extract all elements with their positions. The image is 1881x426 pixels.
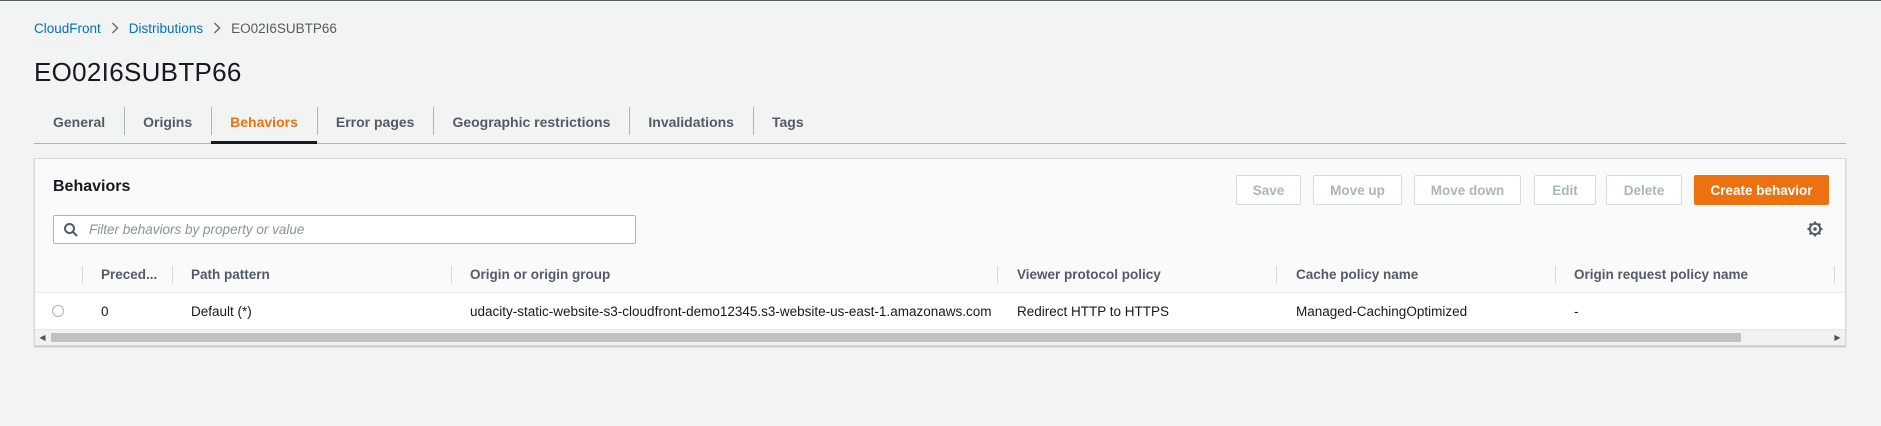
top-border bbox=[0, 0, 1881, 1]
table-header: Preced... Path pattern Origin or origin … bbox=[35, 257, 1845, 293]
column-divider bbox=[1276, 266, 1277, 283]
cell-origin-request-policy: - bbox=[1574, 304, 1579, 319]
column-header-viewer-protocol[interactable]: Viewer protocol policy bbox=[1017, 257, 1161, 292]
create-behavior-button[interactable]: Create behavior bbox=[1694, 175, 1829, 205]
cell-viewer-protocol: Redirect HTTP to HTTPS bbox=[1017, 304, 1170, 319]
chevron-right-icon bbox=[111, 22, 119, 34]
cell-path-pattern: Default (*) bbox=[191, 304, 252, 319]
move-down-button[interactable]: Move down bbox=[1414, 175, 1521, 205]
column-divider bbox=[451, 266, 452, 283]
panel-title: Behaviors bbox=[53, 178, 131, 195]
tab-error-pages[interactable]: Error pages bbox=[316, 100, 434, 143]
cell-origin: udacity-static-website-s3-cloudfront-dem… bbox=[470, 304, 992, 319]
tab-geographic-restrictions[interactable]: Geographic restrictions bbox=[433, 100, 629, 143]
filter-input[interactable] bbox=[87, 221, 635, 238]
breadcrumb: CloudFront Distributions EO02I6SUBTP66 bbox=[34, 19, 337, 37]
cell-precedence: 0 bbox=[101, 304, 109, 319]
column-header-precedence[interactable]: Preced... bbox=[101, 257, 159, 292]
filter-box bbox=[53, 215, 636, 244]
behaviors-panel: Behaviors Save Move up Move down Edit De… bbox=[34, 158, 1846, 346]
breadcrumb-current: EO02I6SUBTP66 bbox=[231, 20, 337, 36]
table-row[interactable]: 0 Default (*) udacity-static-website-s3-… bbox=[35, 293, 1845, 330]
column-divider bbox=[172, 266, 173, 283]
tab-general[interactable]: General bbox=[34, 100, 124, 143]
scroll-right-arrow-icon[interactable]: ▶ bbox=[1830, 330, 1845, 345]
move-up-button[interactable]: Move up bbox=[1313, 175, 1402, 205]
breadcrumb-distributions[interactable]: Distributions bbox=[129, 21, 203, 36]
cell-cache-policy: Managed-CachingOptimized bbox=[1296, 304, 1468, 319]
save-button[interactable]: Save bbox=[1236, 175, 1301, 205]
column-divider bbox=[1834, 266, 1835, 283]
chevron-right-icon bbox=[213, 22, 221, 34]
column-divider bbox=[82, 266, 83, 283]
tab-behaviors[interactable]: Behaviors bbox=[211, 100, 317, 144]
breadcrumb-cloudfront[interactable]: CloudFront bbox=[34, 21, 101, 36]
search-icon bbox=[63, 222, 79, 238]
tab-origins[interactable]: Origins bbox=[124, 100, 211, 143]
column-header-path-pattern[interactable]: Path pattern bbox=[191, 257, 270, 292]
tab-bar: General Origins Behaviors Error pages Ge… bbox=[34, 100, 1846, 144]
column-header-origin-request-policy[interactable]: Origin request policy name bbox=[1574, 257, 1748, 292]
column-divider bbox=[1555, 266, 1556, 283]
scrollbar-thumb[interactable] bbox=[51, 333, 1741, 342]
column-header-origin[interactable]: Origin or origin group bbox=[470, 257, 610, 292]
scroll-left-arrow-icon[interactable]: ◀ bbox=[35, 330, 50, 345]
tab-tags[interactable]: Tags bbox=[752, 100, 823, 143]
row-select-radio[interactable] bbox=[52, 305, 64, 317]
column-header-cache-policy[interactable]: Cache policy name bbox=[1296, 257, 1418, 292]
column-divider bbox=[997, 266, 998, 283]
panel-header: Behaviors Save Move up Move down Edit De… bbox=[35, 159, 1845, 258]
horizontal-scrollbar[interactable]: ◀ ▶ bbox=[35, 329, 1845, 345]
tab-invalidations[interactable]: Invalidations bbox=[629, 100, 753, 143]
delete-button[interactable]: Delete bbox=[1606, 175, 1682, 205]
page-title: EO02I6SUBTP66 bbox=[34, 57, 242, 87]
edit-button[interactable]: Edit bbox=[1534, 175, 1596, 205]
settings-gear-icon[interactable] bbox=[1807, 221, 1823, 237]
